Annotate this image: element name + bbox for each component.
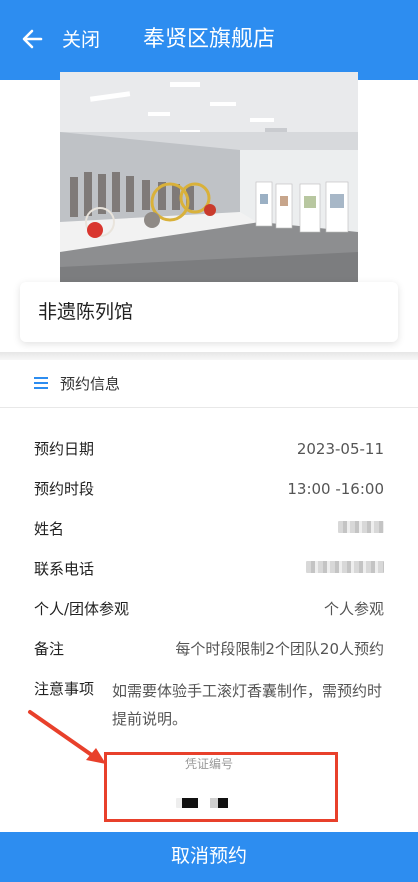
cancel-reservation-button[interactable]: 取消预约 <box>0 832 418 882</box>
venue-card: 非遗陈列馆 <box>20 282 398 342</box>
detail-row-name: 姓名 <box>0 516 418 544</box>
notice-text: 如需要体验手工滚灯香囊制作，需预约时提前说明。 <box>112 682 383 728</box>
detail-label: 预约时段 <box>34 480 95 498</box>
detail-label: 姓名 <box>34 520 65 538</box>
detail-value: 13:00 -16:00 <box>287 480 384 498</box>
redacted-name <box>338 521 384 533</box>
notice-label: 注意事项 <box>34 680 95 698</box>
detail-value: 2023-05-11 <box>296 440 384 458</box>
cancel-reservation-label: 取消预约 <box>170 846 247 867</box>
section-title: 预约信息 <box>60 375 121 393</box>
menu-lines-icon <box>34 377 48 389</box>
detail-row-remark: 备注 每个时段限制2个团队20人预约 <box>0 636 418 664</box>
annotation-highlight-box <box>104 752 338 822</box>
detail-label: 备注 <box>34 640 65 658</box>
top-bar: 关闭 奉贤区旗舰店 <box>0 0 418 80</box>
page-title: 奉贤区旗舰店 <box>142 27 275 52</box>
detail-row-phone: 联系电话 <box>0 556 418 584</box>
detail-value: 每个时段限制2个团队20人预约 <box>175 640 384 658</box>
venue-photo <box>60 72 358 282</box>
redacted-phone <box>306 561 384 573</box>
detail-row-date: 预约日期 2023-05-11 <box>0 436 418 464</box>
section-divider <box>0 352 418 360</box>
detail-label: 个人/团体参观 <box>34 600 130 618</box>
detail-label: 预约日期 <box>34 440 95 458</box>
detail-value: 个人参观 <box>323 600 384 618</box>
venue-name: 非遗陈列馆 <box>38 301 134 323</box>
section-header: 预约信息 <box>0 360 418 408</box>
annotation-arrow-icon <box>20 700 120 770</box>
detail-label: 联系电话 <box>34 560 95 578</box>
detail-row-time: 预约时段 13:00 -16:00 <box>0 476 418 504</box>
detail-row-visit-type: 个人/团体参观 个人参观 <box>0 596 418 624</box>
